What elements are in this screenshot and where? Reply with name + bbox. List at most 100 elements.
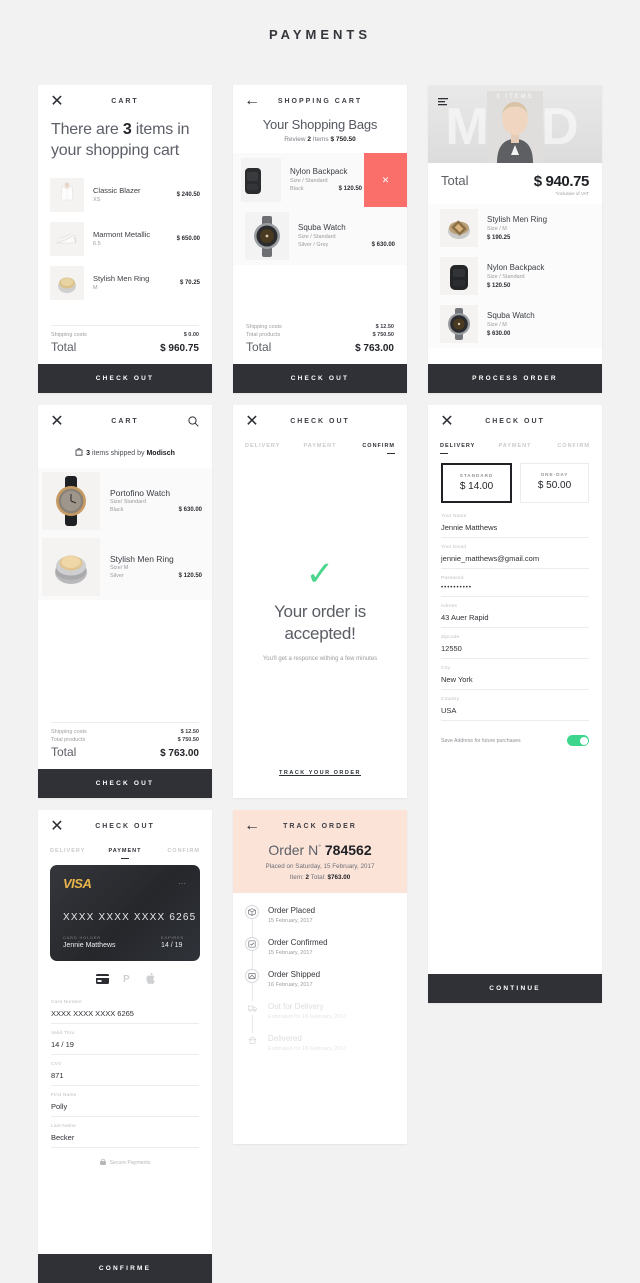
list-item[interactable]: Stylish Men Ring Size/ M Silver $ 120.50 bbox=[38, 534, 212, 600]
list-item[interactable]: Portofino Watch Size/ Standard Black $ 6… bbox=[38, 468, 212, 534]
field-label: Zipcode bbox=[441, 635, 460, 640]
lock-icon bbox=[99, 1158, 106, 1167]
card1-title: CART bbox=[111, 97, 139, 105]
timeline-step: Out for Delivery Estimated for 18 Februa… bbox=[233, 1001, 407, 1034]
list-item[interactable]: Nylon Backpack Size / Standard $ 120.50 bbox=[428, 252, 602, 300]
check-icon: ✓ bbox=[305, 555, 335, 593]
product-size: Size / Standard bbox=[298, 234, 336, 240]
products-row: Total products $ 750.50 bbox=[246, 332, 394, 338]
list-item[interactable]: Stylish Men Ring Size / M $ 190.25 bbox=[428, 204, 602, 252]
process-order-button[interactable]: PROCESS ORDER bbox=[428, 364, 602, 393]
product-name: Marmont Metallic bbox=[93, 230, 151, 239]
list-item[interactable]: Squba Watch Size / Standard Silver / Gre… bbox=[233, 207, 407, 265]
card-expires-block: EXPIRES 14 / 19 bbox=[161, 935, 184, 949]
product-thumbnail bbox=[440, 209, 478, 247]
step-payment[interactable]: PAYMENT bbox=[490, 443, 540, 449]
review-line: Review 2 Items $ 750.50 bbox=[243, 136, 397, 143]
close-icon[interactable]: ✕ bbox=[50, 93, 64, 110]
save-address-row: Save Address for future purchases bbox=[428, 721, 602, 758]
search-icon[interactable] bbox=[186, 414, 200, 428]
shipping-row: Shipping costs $ 12.50 bbox=[246, 324, 394, 330]
field-label: Your Name bbox=[441, 514, 467, 519]
field-zipcode[interactable]: Zipcode 12550 bbox=[441, 628, 589, 659]
delivery-option-standard[interactable]: STANDARD $ 14.00 bbox=[441, 463, 512, 503]
timeline-date: 15 February, 2017 bbox=[268, 918, 313, 924]
back-arrow-icon[interactable]: ← bbox=[244, 92, 260, 109]
credit-card-preview[interactable]: VISA ⋯ XXXX XXXX XXXX 6265 CARD HOLDER J… bbox=[50, 865, 200, 961]
field-value: XXXX XXXX XXXX 6265 bbox=[51, 1009, 134, 1018]
option-price: $ 50.00 bbox=[537, 480, 572, 491]
truck-icon bbox=[245, 1001, 259, 1015]
total-row: Total $ 763.00 bbox=[246, 340, 394, 354]
credit-card-icon[interactable] bbox=[95, 971, 109, 989]
field-value: USA bbox=[441, 706, 457, 715]
list-item[interactable]: Stylish Men Ring M $ 70.25 bbox=[38, 261, 212, 305]
product-price: $ 120.50 bbox=[178, 573, 202, 579]
field-password[interactable]: Password •••••••••• bbox=[441, 569, 589, 597]
step-payment[interactable]: PAYMENT bbox=[100, 848, 150, 859]
field-your-name[interactable]: Your Name Jennie Matthews bbox=[441, 507, 589, 538]
step-confirm[interactable]: CONFIRM bbox=[150, 848, 200, 854]
field-last-name[interactable]: Last Name Becker bbox=[51, 1117, 199, 1148]
list-item[interactable]: Squba Watch Size / M $ 630.00 bbox=[428, 300, 602, 348]
save-address-toggle[interactable] bbox=[567, 735, 589, 746]
product-text: Squba Watch Size / M $ 630.00 bbox=[487, 311, 590, 337]
close-icon[interactable]: ✕ bbox=[50, 818, 64, 835]
track-order-link[interactable]: TRACK YOUR ORDER bbox=[233, 770, 407, 798]
apple-pay-icon[interactable] bbox=[145, 971, 155, 989]
total-bar: Total $ 940.75 *inclusive of VAT bbox=[428, 163, 602, 198]
step-confirm[interactable]: CONFIRM bbox=[345, 443, 395, 454]
close-icon[interactable]: ✕ bbox=[50, 413, 64, 430]
field-city[interactable]: City New York bbox=[441, 659, 589, 690]
field-first-name[interactable]: First Name Polly bbox=[51, 1086, 199, 1117]
product-price: $ 120.50 bbox=[487, 283, 511, 289]
step-delivery[interactable]: DELIVERY bbox=[245, 443, 295, 449]
field-valid-thru[interactable]: Valid Thru 14 / 19 bbox=[51, 1024, 199, 1055]
timeline-connector bbox=[252, 983, 253, 1002]
product-size: XS bbox=[93, 197, 101, 203]
confirm-button[interactable]: CONFIRME bbox=[38, 1254, 212, 1283]
product-size: Size / M bbox=[487, 322, 507, 328]
shipping-label: Shipping costs bbox=[246, 324, 282, 330]
list-item[interactable]: Nylon Backpack Size / Standard Black $ 1… bbox=[233, 153, 407, 207]
total-row: Total $ 960.75 bbox=[51, 340, 199, 354]
timeline-name: Out for Delivery bbox=[268, 1002, 324, 1011]
back-arrow-icon[interactable]: ← bbox=[244, 817, 260, 834]
delete-item-button[interactable]: ✕ bbox=[364, 153, 407, 207]
products-value: $ 750.50 bbox=[372, 332, 394, 338]
field-card-number[interactable]: Card Number XXXX XXXX XXXX 6265 bbox=[51, 993, 199, 1024]
field-cvv[interactable]: CVV 871 bbox=[51, 1055, 199, 1086]
step-confirm[interactable]: CONFIRM bbox=[540, 443, 590, 449]
step-payment[interactable]: PAYMENT bbox=[295, 443, 345, 449]
list-item[interactable]: Marmont Metallic 6.5 $ 650.00 bbox=[38, 217, 212, 261]
headline-pre: There are bbox=[51, 121, 123, 138]
checkout-button[interactable]: CHECK OUT bbox=[38, 769, 212, 798]
visa-logo: VISA bbox=[63, 876, 92, 891]
step-delivery[interactable]: DELIVERY bbox=[50, 848, 100, 854]
total-value: $ 763.00 bbox=[355, 343, 394, 354]
continue-button[interactable]: CONTINUE bbox=[428, 974, 602, 1003]
close-icon[interactable]: ✕ bbox=[440, 413, 454, 430]
product-price: $ 70.25 bbox=[179, 280, 200, 286]
list-item[interactable]: Classic Blazer XS $ 240.50 bbox=[38, 173, 212, 217]
field-label: CVV bbox=[51, 1062, 62, 1067]
card-expires-label: EXPIRES bbox=[161, 935, 184, 940]
timeline-date: 15 February, 2017 bbox=[268, 950, 313, 956]
field-country[interactable]: Country USA bbox=[441, 690, 589, 721]
field-adress[interactable]: Adress 43 Auer Rapid bbox=[441, 597, 589, 628]
field-your-email[interactable]: Your Email jennie_matthews@gmail.com bbox=[441, 538, 589, 569]
checkout-button[interactable]: CHECK OUT bbox=[233, 364, 407, 393]
close-icon[interactable]: ✕ bbox=[245, 413, 259, 430]
secure-payments-row: Secure Payments bbox=[38, 1148, 212, 1179]
card-menu-icon[interactable]: ⋯ bbox=[178, 879, 187, 888]
checkout-button[interactable]: CHECK OUT bbox=[38, 364, 212, 393]
checkout-steps: DELIVERY PAYMENT CONFIRM bbox=[38, 842, 212, 859]
card8-topbar: ← TRACK ORDER bbox=[233, 810, 407, 842]
paypal-icon[interactable]: P bbox=[123, 971, 132, 989]
portrait-image bbox=[487, 91, 543, 163]
step-delivery[interactable]: DELIVERY bbox=[440, 443, 490, 454]
delivery-option-one-day[interactable]: ONE-DAY $ 50.00 bbox=[520, 463, 589, 503]
field-label: City bbox=[441, 666, 451, 671]
timeline-step: Order Confirmed 15 February, 2017 bbox=[233, 937, 407, 970]
shipping-value: $ 0.00 bbox=[183, 332, 199, 338]
